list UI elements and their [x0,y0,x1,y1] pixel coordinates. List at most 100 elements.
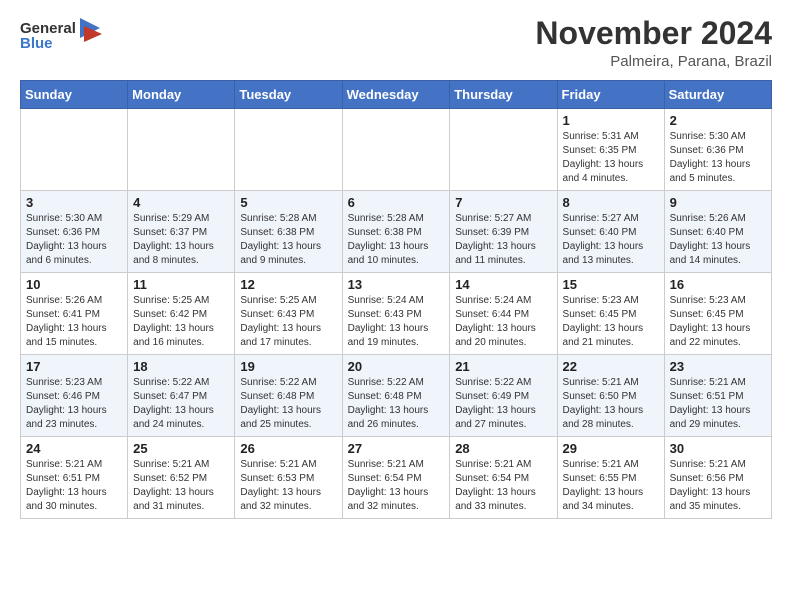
day-number: 27 [348,441,445,456]
day-number: 1 [563,113,659,128]
col-tuesday: Tuesday [235,81,342,109]
day-info: Sunrise: 5:26 AM Sunset: 6:41 PM Dayligh… [26,294,122,350]
day-info: Sunrise: 5:29 AM Sunset: 6:37 PM Dayligh… [133,212,229,268]
day-number: 29 [563,441,659,456]
header: General Blue November 2024 Palmeira, Par… [20,16,772,70]
calendar-cell-w5-d1: 25Sunrise: 5:21 AM Sunset: 6:52 PM Dayli… [128,437,235,519]
day-number: 26 [240,441,336,456]
day-info: Sunrise: 5:21 AM Sunset: 6:54 PM Dayligh… [455,458,551,514]
day-number: 3 [26,195,122,210]
calendar-cell-w4-d3: 20 Sunrise: 5:22 AM Sunset: 6:48 PM Dayli… [342,355,450,437]
day-info: Sunrise: 5:21 AM Sunset: 6:51 PM Dayligh… [26,458,122,514]
day-info: Sunrise: 5:26 AM Sunset: 6:40 PM Dayligh… [670,212,766,268]
calendar-cell-w2-d1: 4 Sunrise: 5:29 AM Sunset: 6:37 PM Daylig… [128,191,235,273]
day-number: 22 [563,359,659,374]
calendar-cell-w4-d0: 17 Sunrise: 5:23 AM Sunset: 6:46 PM Dayli… [21,355,128,437]
calendar-cell-w3-d4: 14Sunrise: 5:24 AM Sunset: 6:44 PM Dayli… [450,273,557,355]
calendar-week-5: 24Sunrise: 5:21 AM Sunset: 6:51 PM Dayli… [21,437,772,519]
day-number: 9 [670,195,766,210]
calendar-cell-w1-d6: 2Sunrise: 5:30 AM Sunset: 6:36 PM Daylig… [664,109,771,191]
calendar-cell-w3-d3: 13 Sunrise: 5:24 AM Sunset: 6:43 PM Dayli… [342,273,450,355]
day-info: Sunrise: 5:22 AM Sunset: 6:48 PM Dayligh… [348,376,445,432]
logo-flag-icon [80,18,108,55]
day-number: 18 [133,359,229,374]
calendar-cell-w4-d6: 23 Sunrise: 5:21 AM Sunset: 6:51 PM Dayli… [664,355,771,437]
col-monday: Monday [128,81,235,109]
col-saturday: Saturday [664,81,771,109]
day-info: Sunrise: 5:21 AM Sunset: 6:55 PM Dayligh… [563,458,659,514]
calendar-cell-w5-d0: 24Sunrise: 5:21 AM Sunset: 6:51 PM Dayli… [21,437,128,519]
calendar-cell-w2-d3: 6Sunrise: 5:28 AM Sunset: 6:38 PM Daylig… [342,191,450,273]
day-info: Sunrise: 5:25 AM Sunset: 6:42 PM Dayligh… [133,294,229,350]
col-sunday: Sunday [21,81,128,109]
day-info: Sunrise: 5:24 AM Sunset: 6:43 PM Dayligh… [348,294,445,350]
day-number: 15 [563,277,659,292]
calendar-cell-w1-d1 [128,109,235,191]
calendar-cell-w5-d3: 27 Sunrise: 5:21 AM Sunset: 6:54 PM Dayli… [342,437,450,519]
day-info: Sunrise: 5:21 AM Sunset: 6:53 PM Dayligh… [240,458,336,514]
day-info: Sunrise: 5:25 AM Sunset: 6:43 PM Dayligh… [240,294,336,350]
day-number: 10 [26,277,122,292]
calendar-week-4: 17 Sunrise: 5:23 AM Sunset: 6:46 PM Dayli… [21,355,772,437]
day-number: 11 [133,277,229,292]
calendar-cell-w2-d0: 3 Sunrise: 5:30 AM Sunset: 6:36 PM Daylig… [21,191,128,273]
day-number: 21 [455,359,551,374]
calendar-cell-w1-d0 [21,109,128,191]
day-info: Sunrise: 5:21 AM Sunset: 6:50 PM Dayligh… [563,376,659,432]
calendar-cell-w5-d2: 26 Sunrise: 5:21 AM Sunset: 6:53 PM Dayli… [235,437,342,519]
calendar-cell-w1-d5: 1 Sunrise: 5:31 AM Sunset: 6:35 PM Daylig… [557,109,664,191]
day-number: 23 [670,359,766,374]
day-number: 13 [348,277,445,292]
calendar-week-3: 10 Sunrise: 5:26 AM Sunset: 6:41 PM Dayli… [21,273,772,355]
calendar-cell-w3-d2: 12 Sunrise: 5:25 AM Sunset: 6:43 PM Dayli… [235,273,342,355]
calendar-cell-w4-d4: 21 Sunrise: 5:22 AM Sunset: 6:49 PM Dayli… [450,355,557,437]
day-info: Sunrise: 5:23 AM Sunset: 6:46 PM Dayligh… [26,376,122,432]
calendar-cell-w3-d0: 10 Sunrise: 5:26 AM Sunset: 6:41 PM Dayli… [21,273,128,355]
calendar-cell-w5-d6: 30Sunrise: 5:21 AM Sunset: 6:56 PM Dayli… [664,437,771,519]
day-number: 28 [455,441,551,456]
location: Palmeira, Parana, Brazil [535,53,772,70]
logo-general-text: General [20,21,76,36]
day-number: 8 [563,195,659,210]
day-number: 16 [670,277,766,292]
day-info: Sunrise: 5:27 AM Sunset: 6:40 PM Dayligh… [563,212,659,268]
day-info: Sunrise: 5:24 AM Sunset: 6:44 PM Dayligh… [455,294,551,350]
day-info: Sunrise: 5:21 AM Sunset: 6:56 PM Dayligh… [670,458,766,514]
day-number: 12 [240,277,336,292]
day-number: 17 [26,359,122,374]
day-info: Sunrise: 5:30 AM Sunset: 6:36 PM Dayligh… [670,130,766,186]
calendar-cell-w3-d5: 15 Sunrise: 5:23 AM Sunset: 6:45 PM Dayli… [557,273,664,355]
col-thursday: Thursday [450,81,557,109]
calendar-week-2: 3 Sunrise: 5:30 AM Sunset: 6:36 PM Daylig… [21,191,772,273]
calendar-cell-w4-d1: 18 Sunrise: 5:22 AM Sunset: 6:47 PM Dayli… [128,355,235,437]
calendar-cell-w2-d2: 5Sunrise: 5:28 AM Sunset: 6:38 PM Daylig… [235,191,342,273]
day-info: Sunrise: 5:28 AM Sunset: 6:38 PM Dayligh… [348,212,445,268]
calendar-cell-w1-d4 [450,109,557,191]
month-title: November 2024 [535,16,772,51]
day-info: Sunrise: 5:21 AM Sunset: 6:51 PM Dayligh… [670,376,766,432]
day-number: 20 [348,359,445,374]
day-info: Sunrise: 5:31 AM Sunset: 6:35 PM Dayligh… [563,130,659,186]
day-info: Sunrise: 5:21 AM Sunset: 6:54 PM Dayligh… [348,458,445,514]
day-info: Sunrise: 5:23 AM Sunset: 6:45 PM Dayligh… [670,294,766,350]
day-info: Sunrise: 5:22 AM Sunset: 6:49 PM Dayligh… [455,376,551,432]
day-number: 19 [240,359,336,374]
logo: General Blue [20,16,108,55]
calendar-cell-w5-d5: 29 Sunrise: 5:21 AM Sunset: 6:55 PM Dayli… [557,437,664,519]
calendar-cell-w3-d1: 11 Sunrise: 5:25 AM Sunset: 6:42 PM Dayli… [128,273,235,355]
calendar-header-row: Sunday Monday Tuesday Wednesday Thursday… [21,81,772,109]
day-number: 4 [133,195,229,210]
logo-blue-text: Blue [20,36,76,51]
day-info: Sunrise: 5:21 AM Sunset: 6:52 PM Dayligh… [133,458,229,514]
page: General Blue November 2024 Palmeira, Par… [0,0,792,535]
day-info: Sunrise: 5:23 AM Sunset: 6:45 PM Dayligh… [563,294,659,350]
calendar-cell-w1-d3 [342,109,450,191]
title-block: November 2024 Palmeira, Parana, Brazil [535,16,772,70]
day-info: Sunrise: 5:30 AM Sunset: 6:36 PM Dayligh… [26,212,122,268]
calendar-cell-w2-d4: 7Sunrise: 5:27 AM Sunset: 6:39 PM Daylig… [450,191,557,273]
calendar-cell-w2-d5: 8 Sunrise: 5:27 AM Sunset: 6:40 PM Daylig… [557,191,664,273]
day-info: Sunrise: 5:22 AM Sunset: 6:47 PM Dayligh… [133,376,229,432]
day-info: Sunrise: 5:27 AM Sunset: 6:39 PM Dayligh… [455,212,551,268]
calendar-cell-w1-d2 [235,109,342,191]
calendar-cell-w3-d6: 16 Sunrise: 5:23 AM Sunset: 6:45 PM Dayli… [664,273,771,355]
